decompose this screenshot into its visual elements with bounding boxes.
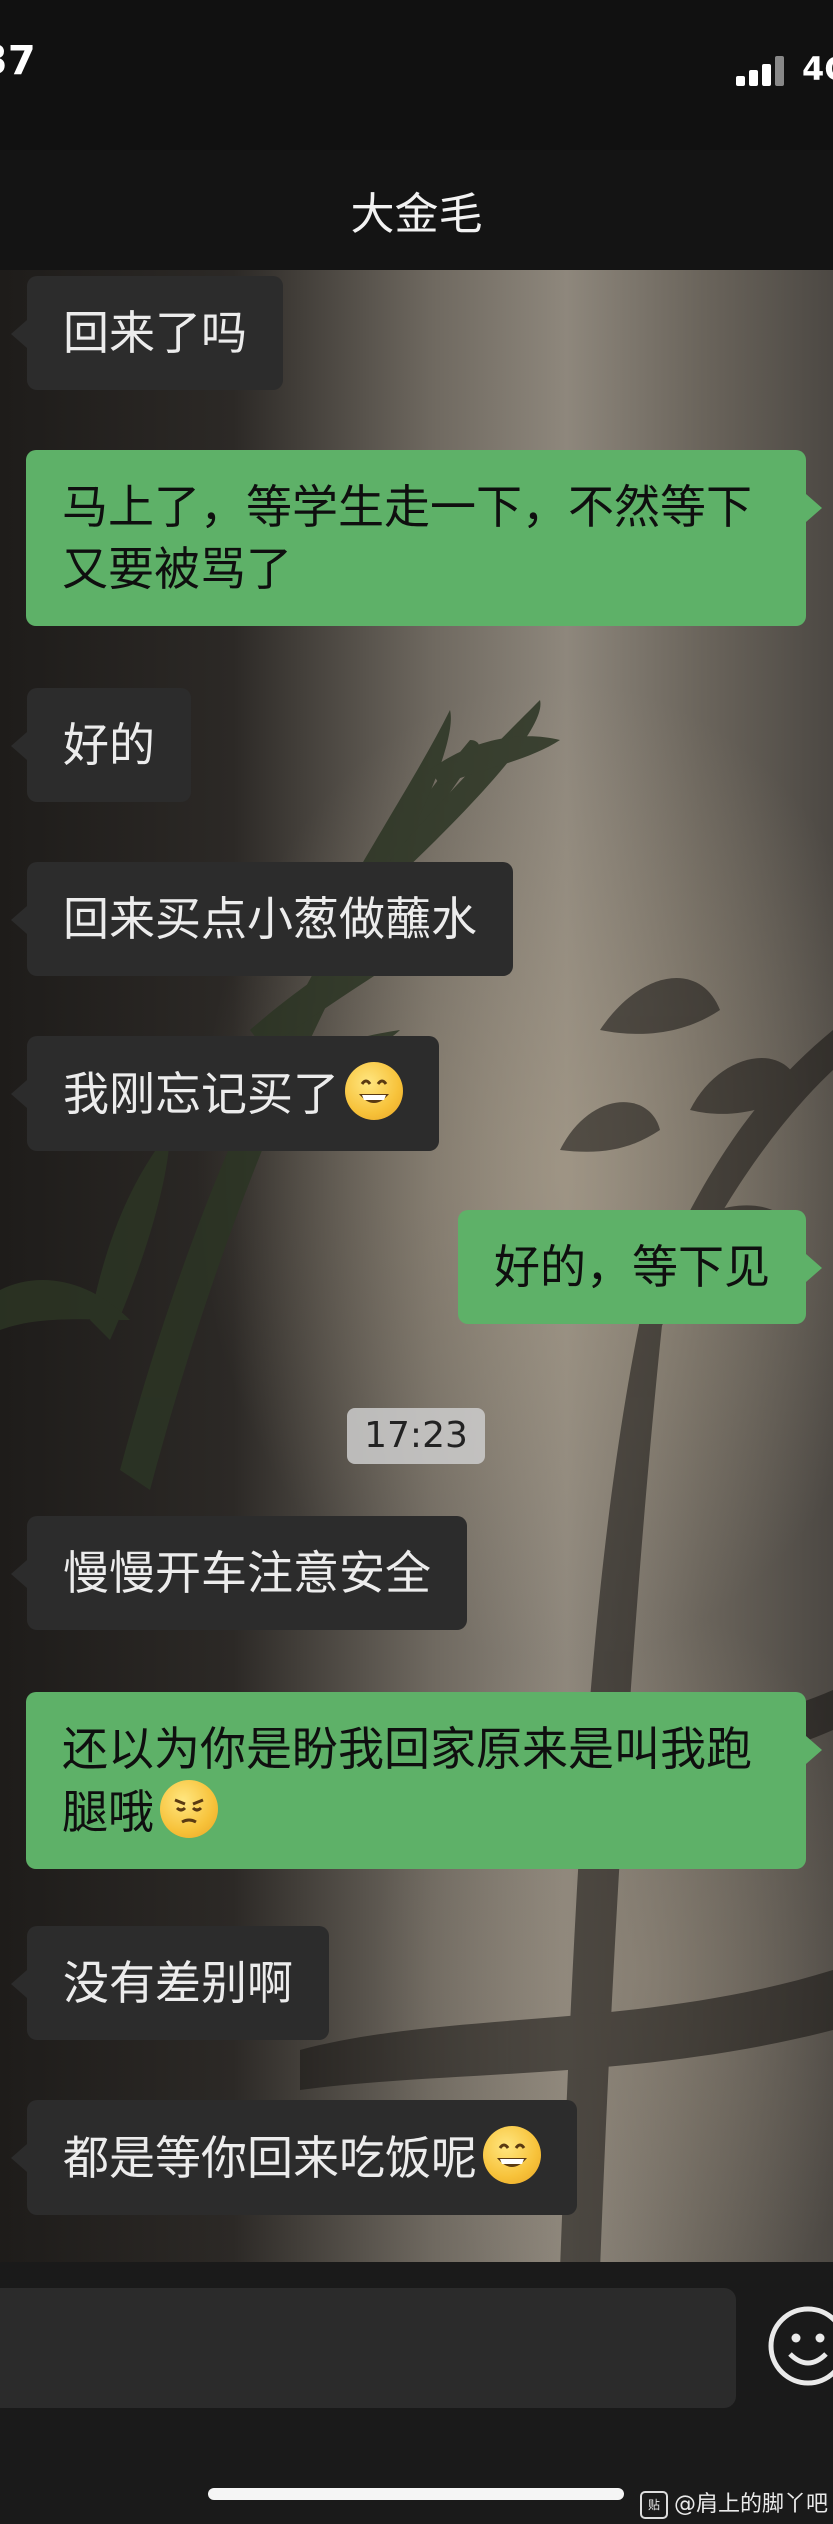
status-bar: 37 4G — [0, 0, 833, 150]
message-text: 都是等你回来吃饭呢 — [63, 2131, 477, 2185]
network-label: 4G — [802, 50, 833, 88]
input-bar — [0, 2262, 833, 2524]
emoji-button-icon[interactable] — [766, 2304, 833, 2388]
watermark-text: @肩上的脚丫吧 — [674, 2492, 829, 2517]
message-input[interactable] — [0, 2288, 736, 2408]
message-bubble[interactable]: 没有差别啊 — [11, 1926, 329, 2040]
chat-title: 大金毛 — [350, 189, 483, 240]
message-bubble[interactable]: 慢慢开车注意安全 — [11, 1516, 467, 1630]
message-bubble[interactable]: 都是等你回来吃饭呢 — [11, 2100, 577, 2215]
message-bubble[interactable]: 回来了吗 — [11, 276, 283, 390]
message-text: 我刚忘记买了 — [63, 1067, 339, 1121]
grinning-emoji — [483, 2126, 541, 2184]
message-bubble[interactable]: 马上了，等学生走一下，不然等下又要被骂了 — [26, 450, 822, 626]
watermark: 贴 @肩上的脚丫吧 — [640, 2486, 828, 2519]
status-time: 37 — [0, 38, 36, 84]
message-bubble[interactable]: 我刚忘记买了 — [11, 1036, 439, 1151]
message-bubble[interactable]: 回来买点小葱做蘸水 — [11, 862, 513, 976]
message-bubble[interactable]: 还以为你是盼我回家原来是叫我跑腿哦 — [26, 1692, 822, 1869]
nav-bar: 大金毛 — [0, 150, 833, 270]
home-indicator — [208, 2488, 624, 2500]
message-bubble[interactable]: 好的，等下见 — [458, 1210, 822, 1324]
pensive-emoji — [160, 1780, 218, 1838]
signal-icon — [736, 56, 784, 86]
grinning-emoji — [345, 1062, 403, 1120]
message-timestamp: 17:23 — [347, 1408, 485, 1464]
watermark-logo-icon: 贴 — [640, 2491, 668, 2519]
message-bubble[interactable]: 好的 — [11, 688, 191, 802]
